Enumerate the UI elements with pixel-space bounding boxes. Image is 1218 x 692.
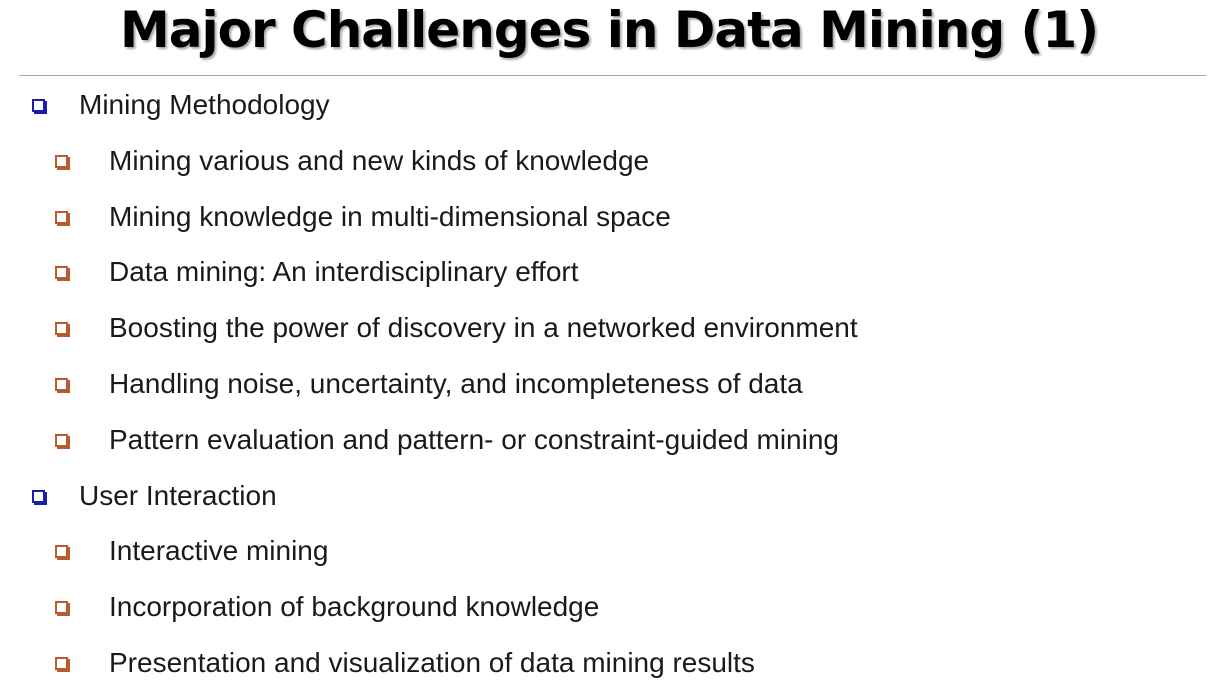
list-item: Boosting the power of discovery in a net…	[0, 301, 1218, 357]
challenge-outline: Mining Methodology Mining various and ne…	[0, 78, 1218, 692]
list-item-label: Pattern evaluation and pattern- or const…	[109, 423, 839, 455]
list-item-label: Mining various and new kinds of knowledg…	[109, 144, 650, 176]
square-bullet-icon	[55, 322, 68, 336]
list-item-label: Interactive mining	[109, 535, 329, 567]
square-bullet-icon	[32, 99, 45, 112]
list-item-label: Handling noise, uncertainty, and incompl…	[109, 367, 803, 399]
square-bullet-icon	[55, 210, 68, 224]
list-item: Interactive mining	[0, 524, 1218, 580]
title-divider	[19, 75, 1206, 76]
square-bullet-icon	[55, 545, 68, 559]
list-item: Handling noise, uncertainty, and incompl…	[0, 357, 1218, 413]
list-item: Mining knowledge in multi-dimensional sp…	[0, 190, 1218, 246]
square-bullet-icon	[55, 656, 68, 670]
square-bullet-icon	[32, 489, 45, 503]
square-bullet-icon	[55, 601, 68, 615]
square-bullet-icon	[55, 377, 68, 391]
list-item: Pattern evaluation and pattern- or const…	[0, 413, 1218, 469]
list-item: Data mining: An interdisciplinary effort	[0, 245, 1218, 301]
list-item-label: Boosting the power of discovery in a net…	[109, 312, 858, 344]
list-item-label: Mining knowledge in multi-dimensional sp…	[109, 200, 671, 232]
section-heading-user-interaction: User Interaction	[0, 469, 1218, 525]
section-heading-label: User Interaction	[79, 479, 277, 511]
square-bullet-icon	[55, 266, 68, 280]
slide-title: Major Challenges in Data Mining (1)	[119, 1, 1099, 59]
section-heading-mining-methodology: Mining Methodology	[0, 78, 1218, 134]
list-item: Mining various and new kinds of knowledg…	[0, 134, 1218, 190]
square-bullet-icon	[55, 433, 68, 447]
list-item: Presentation and visualization of data m…	[0, 636, 1218, 692]
list-item-label: Incorporation of background knowledge	[109, 591, 600, 623]
list-item: Incorporation of background knowledge	[0, 580, 1218, 636]
square-bullet-icon	[55, 154, 68, 168]
section-heading-label: Mining Methodology	[79, 89, 330, 120]
list-item-label: Presentation and visualization of data m…	[109, 646, 755, 678]
list-item-label: Data mining: An interdisciplinary effort	[109, 256, 579, 288]
